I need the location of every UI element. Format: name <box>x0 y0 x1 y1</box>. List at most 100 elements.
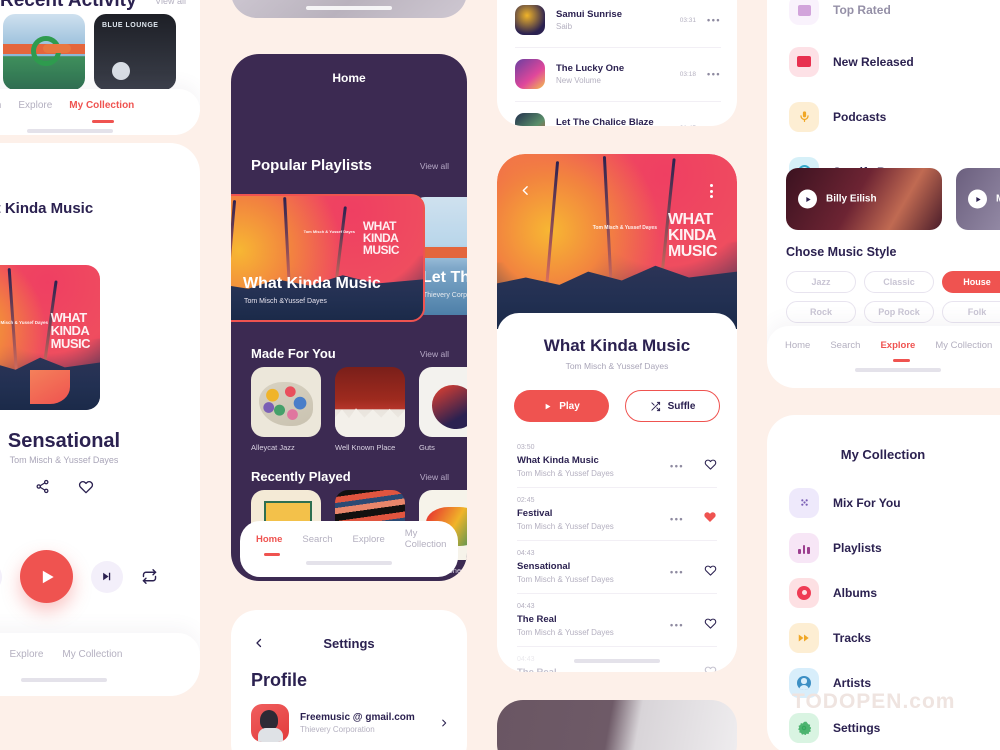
recent-nav-search[interactable]: Search <box>0 100 1 111</box>
more-horizontal-icon[interactable]: ••• <box>670 567 684 577</box>
track-artist: Tom Misch & Yussef Dayes <box>517 575 614 584</box>
heart-outline-icon[interactable] <box>704 617 717 630</box>
watermark: TODOPEN.com <box>792 690 956 713</box>
recent-nav-explore[interactable]: Explore <box>18 100 52 111</box>
recent-nav-my-collection[interactable]: My Collection <box>69 100 134 111</box>
explore-nav-search[interactable]: Search <box>830 340 860 351</box>
heart-outline-icon[interactable] <box>704 564 717 577</box>
style-chip-pop-rock[interactable]: Pop Rock <box>864 301 934 323</box>
collection-item-playlists[interactable]: Playlists <box>789 525 1000 570</box>
chevron-right-icon[interactable] <box>439 718 449 728</box>
home-nav-search[interactable]: Search <box>302 534 332 545</box>
shuffle-button-label: Suffle <box>667 400 696 412</box>
home-nav-explore[interactable]: Explore <box>353 534 385 545</box>
table-row[interactable]: The Lucky One New Volume 03:18 ••• <box>515 48 721 101</box>
settings-header-title: Settings <box>323 636 375 651</box>
table-row[interactable]: Let The Chalice Blaze Thievery Corporati… <box>515 102 721 126</box>
chevron-left-icon[interactable] <box>519 184 532 197</box>
menu-item-label: Top Rated <box>833 3 891 17</box>
more-vertical-icon[interactable] <box>710 184 713 198</box>
play-circle-icon[interactable] <box>968 189 987 209</box>
track-title: The Lucky One <box>556 63 625 74</box>
explore-nav-home[interactable]: Home <box>785 340 810 351</box>
more-horizontal-icon[interactable]: ••• <box>707 69 721 79</box>
heart-outline-icon[interactable] <box>704 458 717 471</box>
share-icon[interactable] <box>35 479 50 494</box>
menu-item-new-released[interactable]: New Released <box>789 34 1000 89</box>
list-item[interactable]: Well Known Place <box>335 367 405 452</box>
repeat-icon[interactable] <box>141 568 158 585</box>
style-chip-classic[interactable]: Classic <box>864 271 934 293</box>
play-button[interactable] <box>20 550 73 603</box>
skip-previous-icon[interactable] <box>0 560 2 593</box>
recent-card-blue-lounge[interactable]: BLUE LOUNGE <box>94 14 176 90</box>
skip-next-icon[interactable] <box>91 560 123 593</box>
collection-item-label: Playlists <box>833 540 882 555</box>
np-nav-explore[interactable]: Explore <box>9 649 43 660</box>
microphone-icon <box>789 101 819 132</box>
blue-lounge-label: BLUE LOUNGE <box>102 22 159 29</box>
table-row[interactable]: 04:43 Sensational Tom Misch & Yussef Day… <box>517 541 717 593</box>
track-artist: Tom Misch & Yussef Dayes <box>517 628 614 637</box>
heart-outline-icon[interactable] <box>78 479 94 495</box>
collection-item-mix-for-you[interactable]: Mix For You <box>789 480 1000 525</box>
list-item[interactable]: Alleycat Jazz <box>251 367 321 452</box>
more-horizontal-icon[interactable]: ••• <box>670 620 684 630</box>
play-button[interactable]: Play <box>514 390 609 422</box>
explore-nav-explore[interactable]: Explore <box>880 340 915 351</box>
style-chip-house[interactable]: House <box>942 271 1000 293</box>
home-nav-home[interactable]: Home <box>256 534 282 545</box>
recent-card-beach[interactable] <box>3 14 85 90</box>
section-view-all-recently-played[interactable]: View all <box>420 472 449 482</box>
style-chip-folk[interactable]: Folk <box>942 301 1000 323</box>
track-time: 03:50 <box>517 444 535 451</box>
top-rated-icon <box>789 0 819 25</box>
more-horizontal-icon[interactable]: ••• <box>707 123 721 126</box>
more-horizontal-icon[interactable]: ••• <box>707 15 721 25</box>
menu-item-podcasts[interactable]: Podcasts <box>789 89 1000 144</box>
home-phone: Home Popular Playlists View all Let Th T… <box>231 54 467 581</box>
collection-item-tracks[interactable]: Tracks <box>789 615 1000 660</box>
track-time: 03:31 <box>679 16 697 24</box>
home-nav-my-collection[interactable]: My Collection <box>405 528 447 550</box>
artist-card-billy-eilish[interactable]: Billy Eilish <box>786 168 942 230</box>
explore-nav-my-collection[interactable]: My Collection <box>935 340 992 351</box>
section-title-made-for-you: Made For You <box>251 346 336 361</box>
artist-card-mike[interactable]: Mik <box>956 168 1000 230</box>
table-row[interactable]: 02:45 Festival Tom Misch & Yussef Dayes … <box>517 488 717 540</box>
menu-item-top-rated[interactable]: Top Rated <box>789 0 1000 34</box>
heart-outline-icon[interactable] <box>704 665 717 672</box>
menu-item-label: New Released <box>833 54 914 69</box>
style-chip-jazz[interactable]: Jazz <box>786 271 856 293</box>
recent-activity-view-all[interactable]: View all <box>155 0 186 6</box>
track-artist: Tom Misch & Yussef Dayes <box>517 469 614 478</box>
play-circle-icon[interactable] <box>798 189 817 209</box>
more-horizontal-icon[interactable]: ••• <box>670 461 684 471</box>
shuffle-button[interactable]: Suffle <box>625 390 720 422</box>
album-hero-artwork: WHAT KINDA MUSIC Tom Misch & Yussef Dayes <box>497 154 737 329</box>
section-view-all-made-for-you[interactable]: View all <box>420 349 449 359</box>
table-row[interactable]: 03:50 What Kinda Music Tom Misch & Yusse… <box>517 444 717 487</box>
profile-email: Freemusic @ gmail.com <box>300 712 415 723</box>
track-title: Let The Chalice Blaze <box>556 117 654 126</box>
avatar <box>251 704 289 742</box>
collection-item-albums[interactable]: Albums <box>789 570 1000 615</box>
heart-filled-icon[interactable] <box>703 510 717 524</box>
table-row[interactable]: Samui Sunrise Saib 03:31 ••• <box>515 5 721 47</box>
disc-icon <box>789 577 819 608</box>
playlist-card-subtitle: Tom Misch &Yussef Dayes <box>244 298 327 305</box>
collection-item-label: Mix For You <box>833 495 901 510</box>
style-chip-rock[interactable]: Rock <box>786 301 856 323</box>
table-row[interactable]: 04:43 The Real Tom Misch & Yussef Dayes … <box>517 594 717 646</box>
playlist-card-title: What Kinda Music <box>243 275 381 292</box>
playlist-card-what-kinda-music[interactable]: WHAT KINDA MUSIC Tom Misch & Yussef Dayes … <box>231 194 425 322</box>
np-nav-my-collection[interactable]: My Collection <box>62 649 122 660</box>
profile-row[interactable]: Freemusic @ gmail.com Thievery Corporati… <box>251 704 449 742</box>
section-view-all-popular[interactable]: View all <box>420 161 449 171</box>
album-artwork: WHATKINDAMUSIC Tom Misch & Yussef Dayes <box>0 265 100 410</box>
list-item[interactable]: Guts <box>419 367 467 452</box>
track-time: 01:45 <box>680 125 696 127</box>
track-title: Sensational <box>517 561 571 572</box>
home-indicator <box>27 128 113 133</box>
more-horizontal-icon[interactable]: ••• <box>670 514 684 524</box>
